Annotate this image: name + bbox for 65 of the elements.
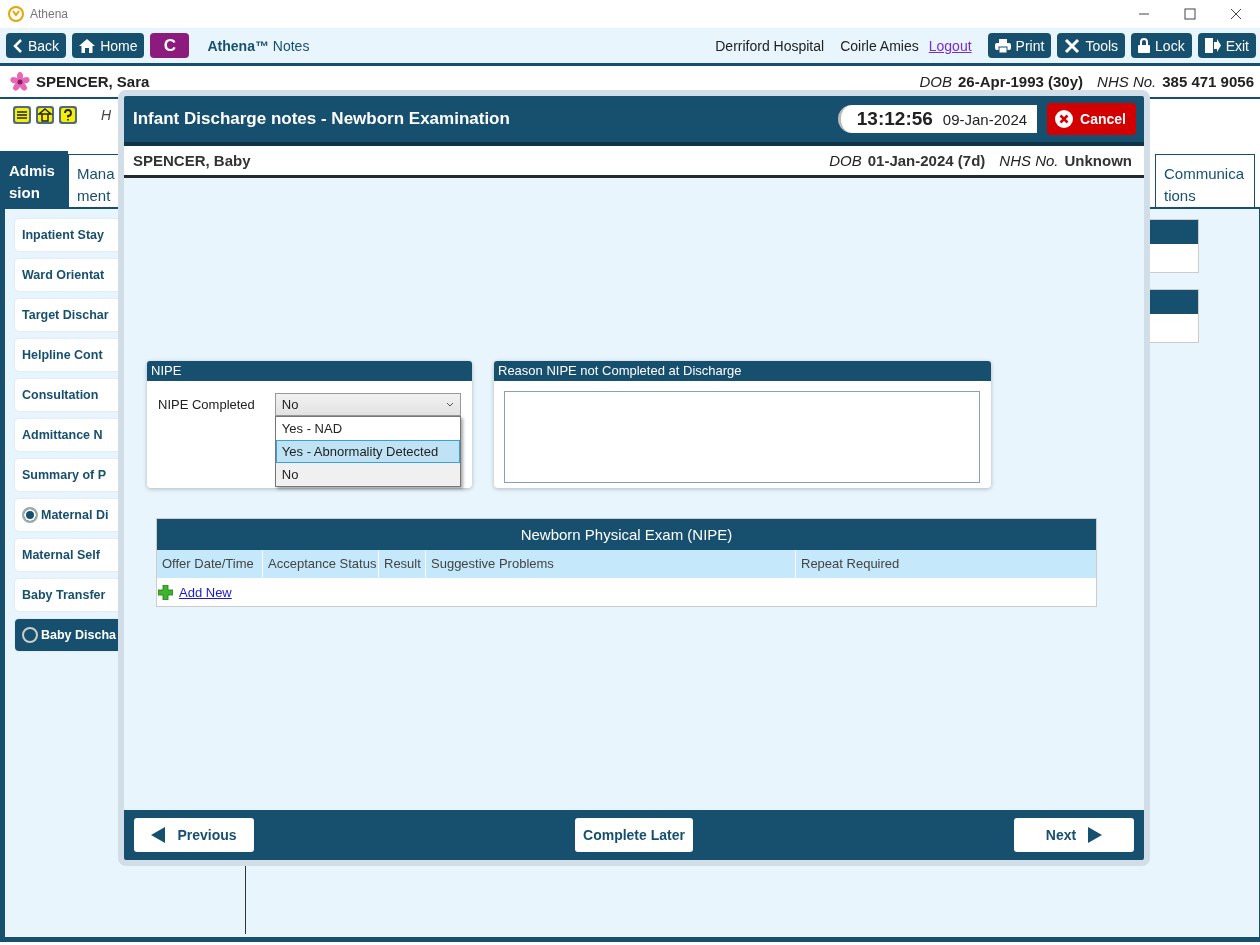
tools-button[interactable]: Tools xyxy=(1057,33,1126,58)
complete-later-button[interactable]: Complete Later xyxy=(575,818,693,852)
patient-name: SPENCER, Sara xyxy=(36,73,150,90)
close-circle-icon xyxy=(1054,109,1075,129)
column-header: Offer Date/Time xyxy=(157,550,263,578)
app-logo-icon xyxy=(8,6,24,22)
table-title: Newborn Physical Exam (NIPE) xyxy=(157,519,1096,550)
dob-label: DOB xyxy=(829,152,862,169)
home-icon xyxy=(79,38,96,53)
app-button[interactable]: C xyxy=(150,33,190,58)
dialog-title: Infant Discharge notes - Newborn Examination xyxy=(133,109,511,129)
app-name: Athena™ Notes xyxy=(207,37,310,54)
hospital-name: Derriford Hospital xyxy=(715,37,825,54)
dob-value: 01-Jan-2024 (7d) xyxy=(867,152,986,169)
alert-question-icon xyxy=(58,105,78,125)
nhs-label: NHS No. xyxy=(999,152,1059,169)
alert-note: H xyxy=(101,107,112,123)
dob-label: DOB xyxy=(919,73,952,90)
maximize-icon xyxy=(1184,8,1196,20)
cancel-button[interactable]: Cancel xyxy=(1047,103,1136,135)
dropdown-option[interactable]: Yes - Abnormality Detected xyxy=(275,440,460,463)
lock-button[interactable]: Lock xyxy=(1131,33,1192,58)
column-header: Acceptance Status xyxy=(263,550,379,578)
caret-down-icon xyxy=(445,402,454,407)
nhs-number: Unknown xyxy=(1064,152,1132,169)
reason-text-area[interactable] xyxy=(504,391,980,483)
nhs-label: NHS No. xyxy=(1097,73,1157,90)
radio-button[interactable] xyxy=(22,627,38,643)
exit-button[interactable]: Exit xyxy=(1197,33,1256,58)
lock-icon xyxy=(1138,38,1151,53)
dob-value: 26-Apr-1993 (30y) xyxy=(958,73,1084,90)
user-name: Coirle Amies xyxy=(840,37,919,54)
radio-button[interactable] xyxy=(22,507,38,523)
close-icon xyxy=(1230,8,1242,20)
print-button[interactable]: Print xyxy=(987,33,1052,58)
alert-home-icon xyxy=(35,105,55,125)
column-header: Result xyxy=(379,550,426,578)
dropdown-option[interactable]: Yes - NAD xyxy=(275,417,460,440)
card-title: NIPE xyxy=(147,361,472,381)
flower-icon xyxy=(10,71,30,92)
nhs-number: 385 471 9056 xyxy=(1162,73,1254,90)
exit-icon xyxy=(1204,38,1221,53)
patient-name: SPENCER, Baby xyxy=(133,152,251,169)
plus-icon xyxy=(158,584,173,600)
card-title: Reason NIPE not Completed at Discharge xyxy=(494,361,991,381)
add-new-link[interactable]: Add New xyxy=(179,584,232,600)
alert-list-icon xyxy=(12,105,32,125)
nipe-dropdown[interactable]: No xyxy=(274,393,461,416)
column-header: Suggestive Problems xyxy=(426,550,796,578)
back-button[interactable]: Back xyxy=(6,33,67,58)
triangle-left-icon xyxy=(151,827,166,843)
home-button[interactable]: Home xyxy=(72,33,145,58)
dropdown-option[interactable]: No xyxy=(275,463,460,486)
column-header: Repeat Required xyxy=(800,555,901,573)
chevron-left-icon xyxy=(13,38,23,53)
window-title: Athena xyxy=(30,7,69,21)
tab[interactable]: Communications xyxy=(1155,154,1255,207)
printer-icon xyxy=(994,38,1011,53)
next-button[interactable]: Next xyxy=(1014,818,1134,852)
triangle-right-icon xyxy=(1088,827,1103,843)
tab[interactable]: Admission xyxy=(0,151,68,207)
logout-link[interactable]: Logout xyxy=(928,37,972,54)
previous-button[interactable]: Previous xyxy=(134,818,254,852)
date-time-display: 13:12:56 09-Jan-2024 xyxy=(837,105,1038,133)
tools-icon xyxy=(1064,37,1081,54)
